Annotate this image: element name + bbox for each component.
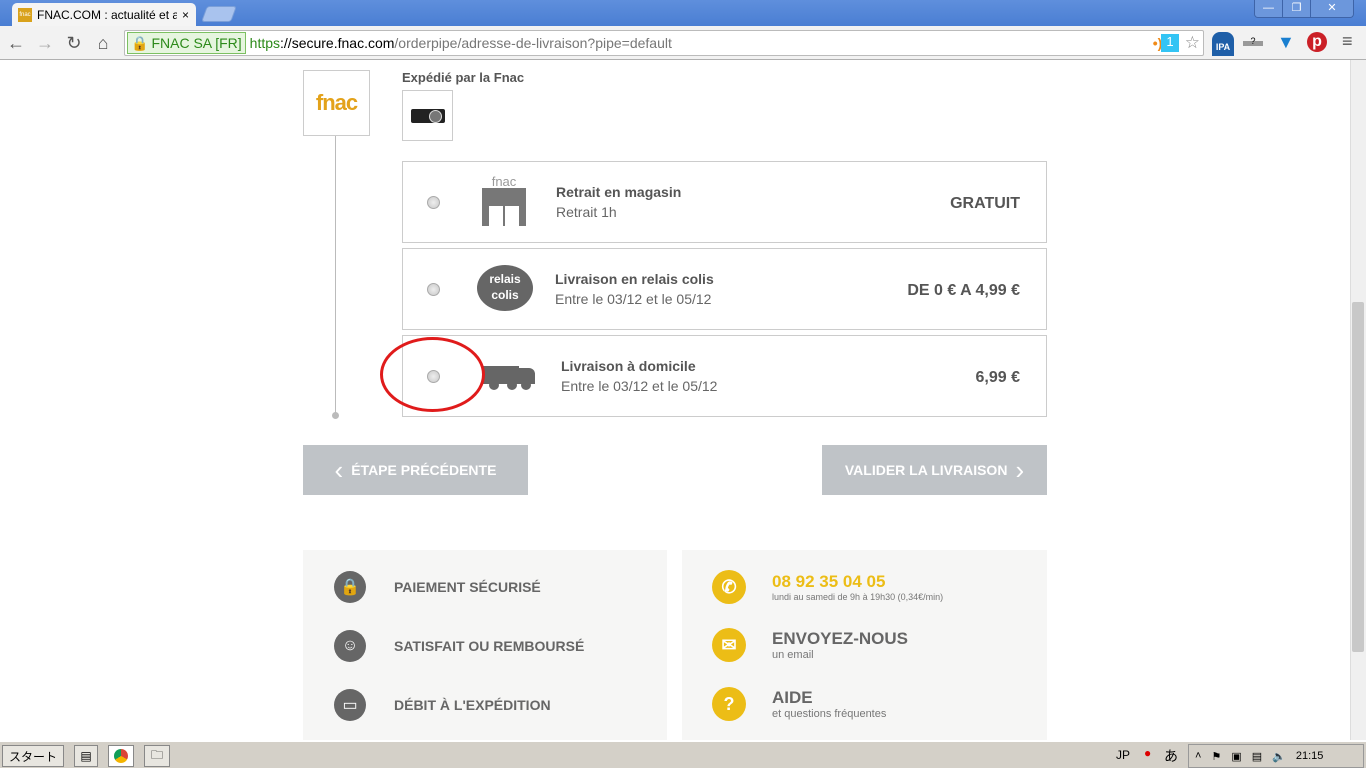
timeline-dot: [332, 412, 339, 419]
reload-icon[interactable]: ↻: [63, 33, 85, 54]
taskbar: スタート ▤ 🗀 JP ● あ ˄ ⚑ ▣ ▤ 🔈 21:15: [0, 740, 1366, 768]
browser-tab[interactable]: fnac FNAC.COM : actualité et a ×: [12, 3, 196, 26]
fnac-logo: fnac: [303, 70, 370, 136]
email-link[interactable]: ✉ ENVOYEZ-NOUS un email: [712, 628, 908, 662]
delivery-truck-icon: [483, 358, 537, 394]
tab-close-icon[interactable]: ×: [182, 8, 189, 22]
lock-icon: 🔒: [131, 34, 149, 51]
option-price: DE 0 € A 4,99 €: [907, 282, 1020, 299]
chrome-taskbar-icon[interactable]: [108, 745, 134, 767]
delivery-option-store[interactable]: fnac Retrait en magasin Retrait 1h GRATU…: [402, 161, 1047, 243]
system-tray: ˄ ⚑ ▣ ▤ 🔈 21:15: [1188, 744, 1364, 768]
explorer-taskbar-icon[interactable]: 🗀: [144, 745, 170, 767]
guarantee-label: SATISFAIT OU REMBOURSÉ: [394, 638, 585, 654]
home-icon[interactable]: ⌂: [92, 33, 114, 54]
device-icon[interactable]: ▣: [1231, 750, 1241, 763]
radio-store[interactable]: [427, 196, 440, 209]
extension-badge[interactable]: 1: [1161, 34, 1179, 52]
forward-icon[interactable]: →: [34, 33, 56, 54]
credit-card-icon: ▭: [334, 689, 366, 721]
delivery-option-relay[interactable]: relais colis Livraison en relais colis E…: [402, 248, 1047, 330]
minimize-button[interactable]: —: [1255, 0, 1283, 17]
contact-panel: ✆ 08 92 35 04 05 lundi au samedi de 9h à 1…: [682, 550, 1047, 740]
smiley-icon: ☺: [334, 630, 366, 662]
chevron-left-icon: ‹: [334, 454, 344, 485]
tray-expand-icon[interactable]: ˄: [1195, 750, 1201, 762]
ev-certificate-badge[interactable]: 🔒 FNAC SA [FR]: [127, 32, 246, 54]
extension-icon[interactable]: ?: [1243, 36, 1263, 46]
ime-icon[interactable]: ●: [1144, 746, 1151, 760]
camera-icon: [410, 108, 445, 123]
help-link[interactable]: ? AIDE et questions fréquentes: [712, 687, 886, 721]
bookmark-star-icon[interactable]: ☆: [1185, 33, 1200, 53]
guarantees-panel: 🔒 PAIEMENT SÉCURISÉ ☺ SATISFAIT OU REMBOUR…: [303, 550, 667, 740]
option-title: Retrait en magasin: [556, 184, 682, 200]
tab-bar: fnac FNAC.COM : actualité et a × — ❐ ✕: [0, 0, 1366, 26]
new-tab-button[interactable]: [201, 6, 237, 22]
page-content: fnac Expédié par la Fnac fnac Retrait en…: [0, 60, 1350, 740]
address-bar[interactable]: 🔒 FNAC SA [FR] https://secure.fnac.com/or…: [124, 30, 1204, 56]
taskbar-app-icon[interactable]: ▤: [74, 745, 98, 767]
phone-number[interactable]: 08 92 35 04 05: [772, 572, 943, 592]
start-button[interactable]: スタート: [2, 745, 64, 767]
window-controls: — ❐ ✕: [1254, 0, 1354, 18]
chevron-right-icon: ›: [1015, 454, 1025, 485]
flag-icon[interactable]: ⚑: [1211, 750, 1221, 763]
question-icon: ?: [712, 687, 746, 721]
volume-icon[interactable]: 🔈: [1272, 750, 1286, 763]
pinterest-icon[interactable]: p: [1307, 32, 1327, 52]
red-annotation-circle: [380, 337, 485, 412]
ime-mode[interactable]: あ: [1164, 746, 1178, 766]
option-subtitle: Entre le 03/12 et le 05/12: [561, 378, 718, 394]
option-price: 6,99 €: [975, 369, 1020, 386]
lock-icon: 🔒: [334, 571, 366, 603]
relais-colis-logo: relais colis: [477, 265, 533, 311]
scrollbar-thumb[interactable]: [1352, 302, 1364, 652]
previous-step-button[interactable]: ‹ ÉTAPE PRÉCÉDENTE: [303, 445, 528, 495]
restore-button[interactable]: ❐: [1283, 0, 1311, 17]
browser-toolbar: ← → ↻ ⌂ 🔒 FNAC SA [FR] https://secure.fna…: [0, 26, 1366, 60]
menu-icon[interactable]: ≡: [1342, 31, 1353, 52]
delivery-option-home[interactable]: Livraison à domicile Entre le 03/12 et l…: [402, 335, 1047, 417]
radio-relay[interactable]: [427, 283, 440, 296]
validate-delivery-button[interactable]: VALIDER LA LIVRAISON ›: [822, 445, 1047, 495]
option-title: Livraison en relais colis: [555, 271, 714, 287]
option-title: Livraison à domicile: [561, 358, 696, 374]
tab-title: FNAC.COM : actualité et a: [37, 7, 177, 22]
close-window-button[interactable]: ✕: [1311, 0, 1353, 17]
envelope-icon: ✉: [712, 628, 746, 662]
option-subtitle: Entre le 03/12 et le 05/12: [555, 291, 712, 307]
phone-icon: ✆: [712, 570, 746, 604]
guarantee-label: DÉBIT À L'EXPÉDITION: [394, 697, 551, 713]
product-thumbnail[interactable]: [402, 90, 453, 141]
url-text: https://secure.fnac.com/orderpipe/adress…: [249, 35, 672, 51]
back-icon[interactable]: ←: [5, 33, 27, 54]
timeline-line: [335, 136, 336, 415]
diamond-extension-icon[interactable]: ▼: [1277, 32, 1295, 53]
network-icon[interactable]: ▤: [1252, 750, 1262, 763]
option-subtitle: Retrait 1h: [556, 204, 617, 220]
language-indicator[interactable]: JP: [1116, 748, 1130, 762]
shipped-by-label: Expédié par la Fnac: [402, 70, 525, 85]
option-price: GRATUIT: [950, 195, 1020, 212]
fnac-store-icon: fnac: [482, 175, 526, 229]
fnac-favicon-icon: fnac: [18, 7, 32, 22]
clock[interactable]: 21:15: [1296, 750, 1324, 762]
ipa-extension-icon[interactable]: IPA: [1212, 32, 1234, 56]
phone-hours: lundi au samedi de 9h à 19h30 (0,34€/min…: [772, 592, 944, 602]
guarantee-label: PAIEMENT SÉCURISÉ: [394, 579, 541, 595]
